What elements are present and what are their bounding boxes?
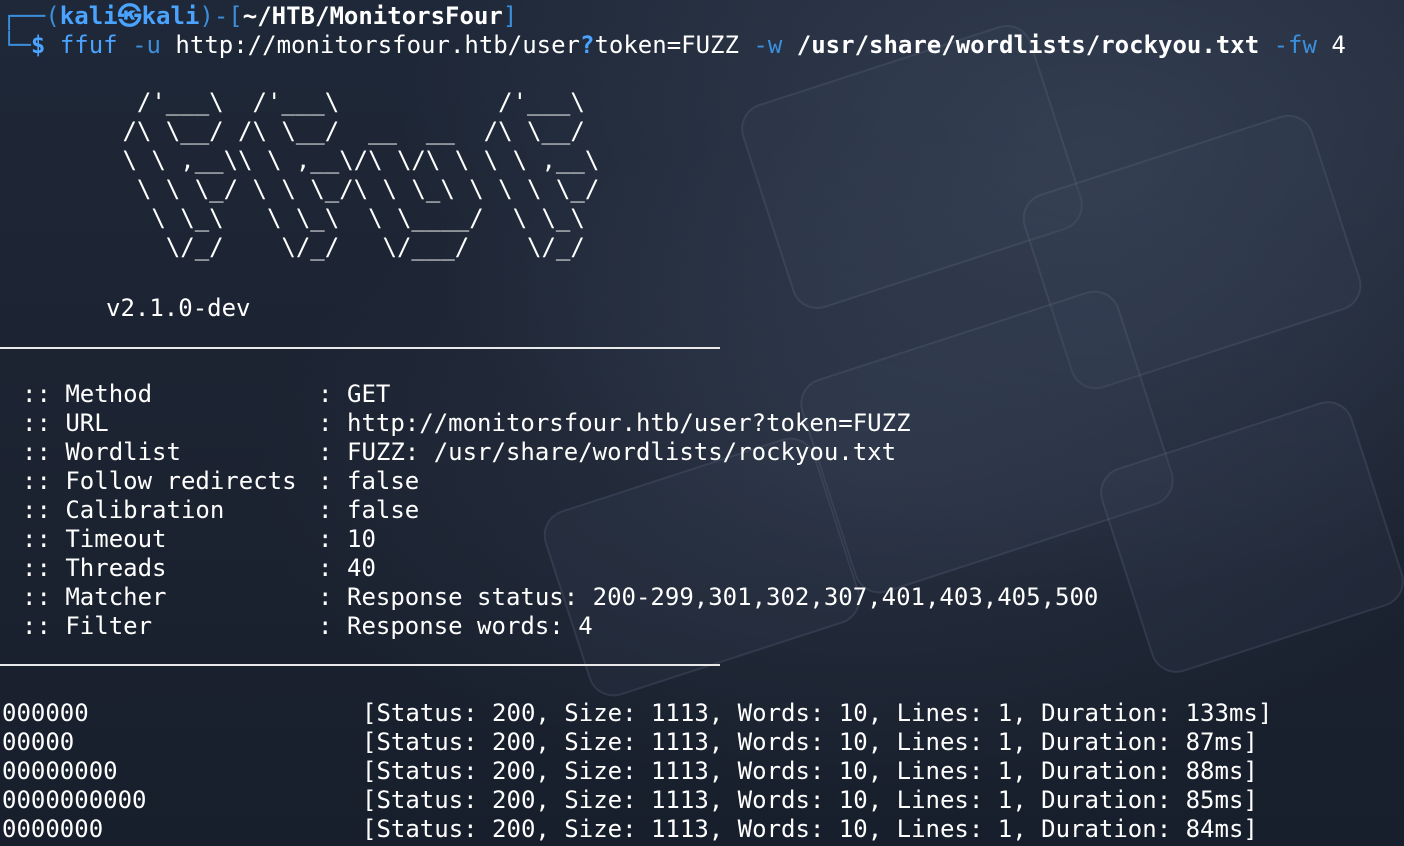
command-line[interactable]: └─$ ffuf -u http://monitorsfour.htb/user… <box>2 31 1346 60</box>
ascii-line: /'___\ /'___\ /'___\ <box>108 88 585 116</box>
result-word: 00000 <box>2 728 75 756</box>
config-colon: : <box>318 438 333 466</box>
command-flag-fw: -fw <box>1273 31 1317 59</box>
prompt-dollar: $ <box>30 31 46 59</box>
result-info: [Status: 200, Size: 1113, Words: 10, Lin… <box>362 728 1258 756</box>
separator-line <box>0 347 720 349</box>
kali-at-icon: ㉿ <box>117 2 142 30</box>
config-colon: : <box>318 554 333 582</box>
result-info: [Status: 200, Size: 1113, Words: 10, Lin… <box>362 815 1258 843</box>
command-url-glob: ? <box>580 31 595 59</box>
config-colon: : <box>318 612 333 640</box>
command-fw-value: 4 <box>1331 31 1346 59</box>
result-word: 0000000000 <box>2 786 147 814</box>
prompt-frame: )-[ <box>199 2 243 30</box>
result-info: [Status: 200, Size: 1113, Words: 10, Lin… <box>362 757 1258 785</box>
config-value-filter: Response words: 4 <box>347 612 593 640</box>
prompt-frame: ┌──( <box>2 2 60 30</box>
command-flag-u: -u <box>132 31 161 59</box>
config-value-calibration: false <box>347 496 420 524</box>
config-value-threads: 40 <box>347 554 376 582</box>
config-label-threads: :: Threads <box>22 554 167 582</box>
config-label-follow-redirects: :: Follow redirects <box>22 467 297 495</box>
config-label-method: :: Method <box>22 380 153 408</box>
command-program: ffuf <box>59 31 118 59</box>
config-value-url: http://monitorsfour.htb/user?token=FUZZ <box>347 409 911 437</box>
config-value-timeout: 10 <box>347 525 376 553</box>
prompt-user: kali <box>59 2 118 30</box>
ffuf-version: v2.1.0-dev <box>106 294 251 322</box>
config-colon: : <box>318 467 333 495</box>
config-label-timeout: :: Timeout <box>22 525 167 553</box>
ascii-line: \ \ \_/ \ \ \_/\ \ \_\ \ \ \ \_/ <box>108 175 600 203</box>
ascii-line: \ \_\ \ \_\ \ \____/ \ \_\ <box>108 204 585 232</box>
command-wordlist: /usr/share/wordlists/rockyou.txt <box>796 31 1260 59</box>
config-label-matcher: :: Matcher <box>22 583 167 611</box>
prompt-path: ~/HTB/MonitorsFour <box>242 2 503 30</box>
command-url: http://monitorsfour.htb/user <box>175 31 580 59</box>
config-label-filter: :: Filter <box>22 612 153 640</box>
config-value-matcher: Response status: 200-299,301,302,307,401… <box>347 583 1099 611</box>
config-label-calibration: :: Calibration <box>22 496 225 524</box>
ffuf-ascii-logo: /'___\ /'___\ /'___\ /\ \__/ /\ \__/ __ … <box>108 88 599 262</box>
config-label-wordlist: :: Wordlist <box>22 438 181 466</box>
shell-prompt: ┌──(kali㉿kali)-[~/HTB/MonitorsFour] <box>2 2 517 31</box>
result-info: [Status: 200, Size: 1113, Words: 10, Lin… <box>362 786 1258 814</box>
background-decoration <box>734 18 1090 316</box>
config-label-url: :: URL <box>22 409 109 437</box>
config-colon: : <box>318 496 333 524</box>
background-decoration <box>536 430 868 704</box>
prompt-host: kali <box>141 2 200 30</box>
terminal-window[interactable]: ┌──(kali㉿kali)-[~/HTB/MonitorsFour] └─$ … <box>0 0 1404 846</box>
ascii-line: \ \ ,__\\ \ ,__\/\ \/\ \ \ \ ,__\ <box>108 146 600 174</box>
command-flag-w: -w <box>753 31 783 59</box>
result-word: 0000000 <box>2 815 104 843</box>
result-info: [Status: 200, Size: 1113, Words: 10, Lin… <box>362 699 1273 727</box>
command-url-query: token=FUZZ <box>594 31 739 59</box>
config-value-method: GET <box>347 380 391 408</box>
prompt-frame: └─ <box>2 31 31 59</box>
config-colon: : <box>318 409 333 437</box>
prompt-frame: ] <box>502 2 518 30</box>
separator-line <box>0 664 720 666</box>
ascii-line: /\ \__/ /\ \__/ __ __ /\ \__/ <box>108 117 585 145</box>
result-word: 00000000 <box>2 757 118 785</box>
ascii-line: \/_/ \/_/ \/___/ \/_/ <box>108 233 585 261</box>
config-colon: : <box>318 525 333 553</box>
config-value-follow-redirects: false <box>347 467 420 495</box>
result-word: 000000 <box>2 699 89 727</box>
config-value-wordlist: FUZZ: /usr/share/wordlists/rockyou.txt <box>347 438 897 466</box>
config-colon: : <box>318 583 333 611</box>
config-colon: : <box>318 380 333 408</box>
